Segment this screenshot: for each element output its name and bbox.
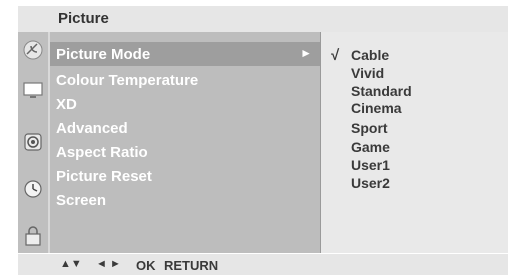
option-user1[interactable]: User1: [351, 157, 390, 173]
clock-icon[interactable]: [21, 177, 45, 201]
lock-icon[interactable]: [21, 224, 45, 248]
header-bar: Picture: [18, 6, 508, 32]
menu-item-colour-temperature[interactable]: Colour Temperature: [50, 68, 320, 92]
menu-item-label: Colour Temperature: [56, 71, 199, 89]
menu-item-label: Screen: [56, 191, 107, 209]
option-standard[interactable]: Standard: [351, 83, 412, 99]
tv-monitor-icon[interactable]: [21, 78, 45, 102]
menu-item-label: XD: [56, 95, 77, 113]
option-game[interactable]: Game: [351, 139, 390, 155]
option-cable[interactable]: Cable: [351, 47, 389, 63]
option-sport[interactable]: Sport: [351, 120, 388, 136]
menu-item-advanced[interactable]: Advanced: [50, 116, 320, 140]
menu-item-screen[interactable]: Screen: [50, 188, 320, 212]
page-title: Picture: [58, 10, 109, 27]
footer-hint-bar: ▲▼ ◄ ► OK RETURN: [18, 254, 508, 275]
selected-check-icon: √: [331, 47, 340, 64]
submenu-arrow-icon: ►: [300, 46, 312, 60]
picture-menu: Picture Mode ► Colour Temperature XD Adv…: [50, 32, 320, 253]
ok-hint: OK: [136, 258, 156, 273]
option-user2[interactable]: User2: [351, 175, 390, 191]
menu-item-picture-mode[interactable]: Picture Mode ►: [50, 42, 320, 66]
up-down-arrows-icon: ▲▼: [60, 258, 82, 270]
option-vivid[interactable]: Vivid: [351, 65, 384, 81]
picture-mode-options: √ Cable Vivid Standard Cinema Sport Game…: [320, 32, 508, 253]
main-panel: Picture Mode ► Colour Temperature XD Adv…: [18, 32, 508, 253]
menu-item-picture-reset[interactable]: Picture Reset: [50, 164, 320, 188]
menu-item-xd[interactable]: XD: [50, 92, 320, 116]
menu-item-label: Aspect Ratio: [56, 143, 148, 161]
menu-item-label: Picture Reset: [56, 167, 152, 185]
option-cinema[interactable]: Cinema: [351, 100, 402, 116]
menu-item-label: Picture Mode: [56, 45, 151, 63]
speaker-icon[interactable]: [21, 130, 45, 154]
menu-item-aspect-ratio[interactable]: Aspect Ratio: [50, 140, 320, 164]
category-icon-bar: [18, 32, 48, 253]
satellite-dish-icon[interactable]: [21, 38, 45, 62]
menu-item-label: Advanced: [56, 119, 128, 137]
left-right-arrows-icon: ◄ ►: [96, 258, 121, 270]
return-hint: RETURN: [164, 258, 219, 273]
